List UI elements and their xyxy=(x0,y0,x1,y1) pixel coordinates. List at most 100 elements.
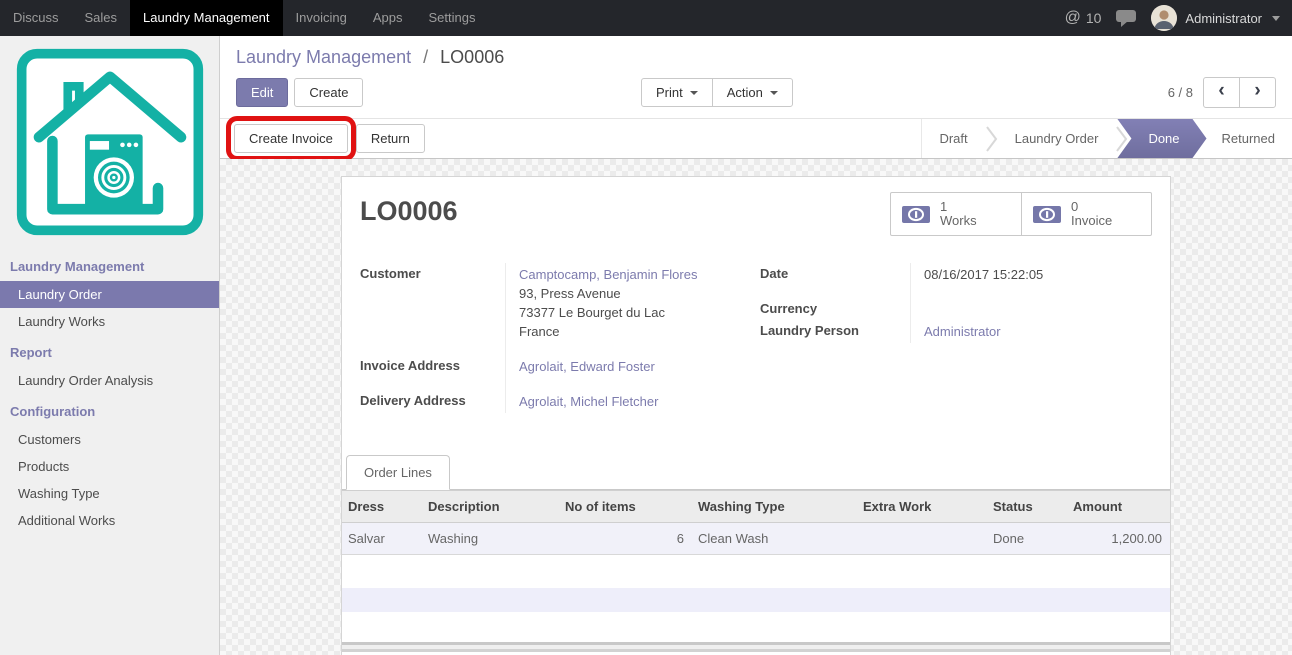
breadcrumb-separator: / xyxy=(423,47,429,67)
customer-city: 73377 Le Bourget du Lac xyxy=(519,305,666,320)
sidebar: Laundry Management Laundry Order Laundry… xyxy=(0,36,220,655)
pager-previous-button[interactable]: ‹ xyxy=(1203,77,1240,108)
nav-apps[interactable]: Apps xyxy=(360,0,416,36)
action-dropdown-button[interactable]: Action xyxy=(711,78,793,107)
works-stat-button[interactable]: 1 Works xyxy=(891,193,1021,235)
cell-status: Done xyxy=(987,522,1067,555)
at-icon: @ xyxy=(1064,9,1081,26)
status-step-returned[interactable]: Returned xyxy=(1205,119,1292,158)
status-step-laundry-order[interactable]: Laundry Order xyxy=(998,119,1116,158)
sidebar-item-laundry-works[interactable]: Laundry Works xyxy=(0,308,219,335)
create-invoice-button[interactable]: Create Invoice xyxy=(226,116,356,161)
caret-down-icon xyxy=(689,90,698,95)
col-description: Description xyxy=(422,490,559,523)
date-label: Date xyxy=(760,266,789,281)
chevron-separator-icon xyxy=(985,119,998,158)
cell-description: Washing xyxy=(422,522,559,555)
col-amount: Amount xyxy=(1067,490,1170,523)
sidebar-item-products[interactable]: Products xyxy=(0,453,219,480)
sidebar-item-additional-works[interactable]: Additional Works xyxy=(0,507,219,534)
sidebar-item-laundry-order-analysis[interactable]: Laundry Order Analysis xyxy=(0,367,219,394)
messages-icon[interactable] xyxy=(1115,9,1137,27)
breadcrumb-current: LO0006 xyxy=(440,47,505,67)
laundry-house-logo-icon xyxy=(16,48,204,236)
nav-sales[interactable]: Sales xyxy=(72,0,131,36)
top-navbar: Discuss Sales Laundry Management Invoici… xyxy=(0,0,1292,36)
currency-value xyxy=(910,286,1152,320)
user-menu[interactable]: Administrator xyxy=(1151,5,1280,31)
table-row[interactable]: Salvar Washing 6 Clean Wash Done 1,200.0… xyxy=(342,522,1170,555)
table-header-row: Dress Description No of items Washing Ty… xyxy=(342,490,1170,523)
works-label: Works xyxy=(940,213,977,228)
invoice-address-value: Agrolait, Edward Foster xyxy=(505,343,760,378)
col-no-of-items: No of items xyxy=(559,490,692,523)
breadcrumb: Laundry Management / LO0006 xyxy=(236,36,1276,77)
invoice-count: 0 xyxy=(1071,199,1079,214)
cell-dress: Salvar xyxy=(342,522,422,555)
stat-text: 1 Works xyxy=(940,200,977,228)
record-sheet: LO0006 1 Works 0 Invoice Customer Campto… xyxy=(341,176,1171,655)
horizontal-scrollbar[interactable] xyxy=(342,642,1170,652)
delivery-address-value: Agrolait, Michel Fletcher xyxy=(505,378,760,413)
money-icon xyxy=(1033,205,1061,223)
mentions-counter[interactable]: @ 10 xyxy=(1065,9,1102,27)
invoice-label: Invoice xyxy=(1071,213,1113,228)
pager-next-button[interactable]: › xyxy=(1239,77,1276,108)
return-button[interactable]: Return xyxy=(355,124,425,153)
currency-label: Currency xyxy=(760,301,818,316)
money-icon xyxy=(902,205,930,223)
nav-discuss[interactable]: Discuss xyxy=(0,0,72,36)
sidebar-item-washing-type[interactable]: Washing Type xyxy=(0,480,219,507)
customer-country: France xyxy=(519,324,560,339)
caret-down-icon xyxy=(769,90,778,95)
empty-list-row xyxy=(342,588,1170,612)
col-status: Status xyxy=(987,490,1067,523)
sidebar-item-laundry-order[interactable]: Laundry Order xyxy=(0,281,219,308)
field-groups: Customer Camptocamp, Benjamin Flores 93,… xyxy=(342,263,1170,413)
nav-settings[interactable]: Settings xyxy=(415,0,488,36)
order-lines-table: Dress Description No of items Washing Ty… xyxy=(342,490,1170,555)
control-panel: Laundry Management / LO0006 Edit Create … xyxy=(220,36,1292,118)
customer-street: 93, Press Avenue xyxy=(519,286,621,301)
invoice-stat-button[interactable]: 0 Invoice xyxy=(1021,193,1151,235)
pager: 6 / 8 ‹ › xyxy=(1168,77,1276,108)
control-panel-buttons-row: Edit Create Print Action 6 / 8 ‹ › xyxy=(236,77,1276,118)
delivery-address-link[interactable]: Agrolait, Michel Fletcher xyxy=(519,394,658,409)
status-pipeline: Draft Laundry Order Done Returned xyxy=(921,119,1292,158)
user-name: Administrator xyxy=(1185,10,1262,26)
works-count: 1 xyxy=(940,199,948,214)
print-action-group: Print Action xyxy=(641,78,793,107)
laundry-person-link[interactable]: Administrator xyxy=(924,324,1001,339)
main-layout: Laundry Management Laundry Order Laundry… xyxy=(0,36,1292,655)
workflow-buttons: Create Invoice Return xyxy=(226,116,425,161)
avatar xyxy=(1151,5,1178,31)
status-step-draft[interactable]: Draft xyxy=(922,119,984,158)
print-dropdown-button[interactable]: Print xyxy=(641,78,713,107)
chevron-right-icon: › xyxy=(1254,80,1261,101)
cell-no-of-items: 6 xyxy=(559,522,692,555)
print-label: Print xyxy=(656,85,683,100)
app-logo xyxy=(0,36,219,249)
nav-invoicing[interactable]: Invoicing xyxy=(283,0,360,36)
invoice-address-label: Invoice Address xyxy=(360,358,460,373)
col-dress: Dress xyxy=(342,490,422,523)
laundry-person-value: Administrator xyxy=(910,320,1152,343)
customer-link[interactable]: Camptocamp, Benjamin Flores xyxy=(519,267,697,282)
invoice-address-link[interactable]: Agrolait, Edward Foster xyxy=(519,359,655,374)
sidebar-section-laundry-management: Laundry Management xyxy=(10,259,145,274)
mention-count: 10 xyxy=(1085,10,1102,26)
customer-value: Camptocamp, Benjamin Flores 93, Press Av… xyxy=(505,263,760,343)
pager-buttons: ‹ › xyxy=(1203,77,1276,108)
stat-text: 0 Invoice xyxy=(1071,200,1112,228)
breadcrumb-parent-link[interactable]: Laundry Management xyxy=(236,47,411,67)
tab-order-lines[interactable]: Order Lines xyxy=(346,455,450,490)
edit-button[interactable]: Edit xyxy=(236,78,289,107)
status-step-done[interactable]: Done xyxy=(1117,119,1206,158)
sidebar-item-customers[interactable]: Customers xyxy=(0,426,219,453)
create-button[interactable]: Create xyxy=(294,78,364,107)
field-group-right: Date 08/16/2017 15:22:05 Currency Laundr… xyxy=(760,263,1152,413)
nav-laundry-management[interactable]: Laundry Management xyxy=(130,0,283,36)
field-group-left: Customer Camptocamp, Benjamin Flores 93,… xyxy=(360,263,760,413)
sidebar-section-configuration: Configuration xyxy=(10,404,96,419)
cell-washing-type: Clean Wash xyxy=(692,522,857,555)
